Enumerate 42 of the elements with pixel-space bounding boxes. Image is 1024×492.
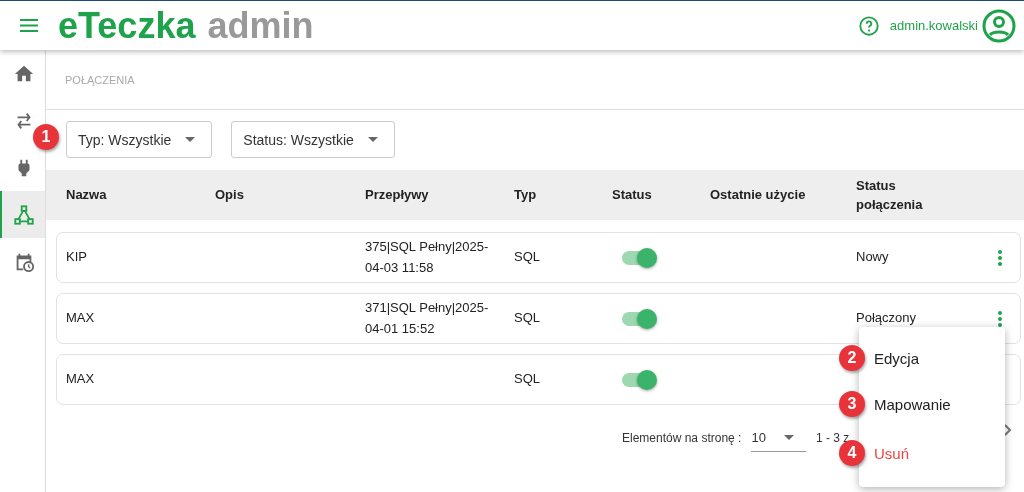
caret-icon — [783, 435, 794, 440]
breadcrumb: POŁĄCZENIA — [65, 73, 135, 86]
filter-dropdown[interactable]: Status: Wszystkie — [231, 121, 395, 158]
column-header: Ostatnie użycie — [710, 186, 807, 205]
step-badge: 2 — [839, 345, 865, 371]
status-toggle[interactable] — [622, 311, 654, 326]
status-toggle[interactable] — [622, 250, 654, 265]
logo-text: eTeczka — [58, 4, 196, 47]
page-size-label: Elementów na stronę : — [622, 431, 742, 445]
filter-dropdown[interactable]: Typ: Wszystkie — [66, 121, 213, 158]
menu-item[interactable]: Mapowanie — [867, 381, 1005, 427]
avatar-icon[interactable] — [982, 8, 1016, 43]
network-icon — [12, 203, 35, 226]
table-cell-text: SQL — [514, 370, 541, 389]
column-header: Status połączenia — [856, 176, 924, 214]
column-header: Przepływy — [365, 186, 430, 205]
table-cell-text: MAX — [66, 370, 96, 389]
table-cell-text: 371|SQL Pełny|2025-04-01 15:52 — [365, 299, 490, 338]
table-cell: Nowy — [856, 249, 889, 265]
logo-subtitle: admin — [207, 4, 314, 47]
table-cell-text: SQL — [514, 309, 541, 328]
next-page-icon[interactable] — [1004, 424, 1012, 436]
menu-item[interactable]: Edycja — [867, 335, 1005, 381]
caret-icon — [185, 137, 196, 142]
help-icon[interactable] — [857, 14, 880, 37]
table-cell-text: 375|SQL Pełny|2025-04-03 11:58 — [365, 238, 490, 277]
table-cell-text: KIP — [66, 248, 88, 267]
column-header: Opis — [215, 186, 245, 205]
column-header: Typ — [514, 186, 538, 205]
menu-item[interactable]: Usuń — [867, 427, 1005, 479]
step-badge: 1 — [33, 124, 59, 150]
caret-icon — [367, 137, 378, 142]
table-cell-text: MAX — [66, 309, 96, 328]
status-toggle[interactable] — [622, 372, 654, 387]
page-size-select[interactable]: 10 — [751, 424, 806, 452]
step-badge: 3 — [839, 391, 865, 417]
table-cell: Połączony — [856, 310, 916, 326]
table-cell-text: SQL — [514, 248, 541, 267]
column-header: Nazwa — [66, 186, 108, 205]
sidebar-item[interactable] — [0, 191, 45, 238]
column-header: Status — [612, 186, 653, 205]
menu-icon[interactable] — [20, 19, 38, 32]
